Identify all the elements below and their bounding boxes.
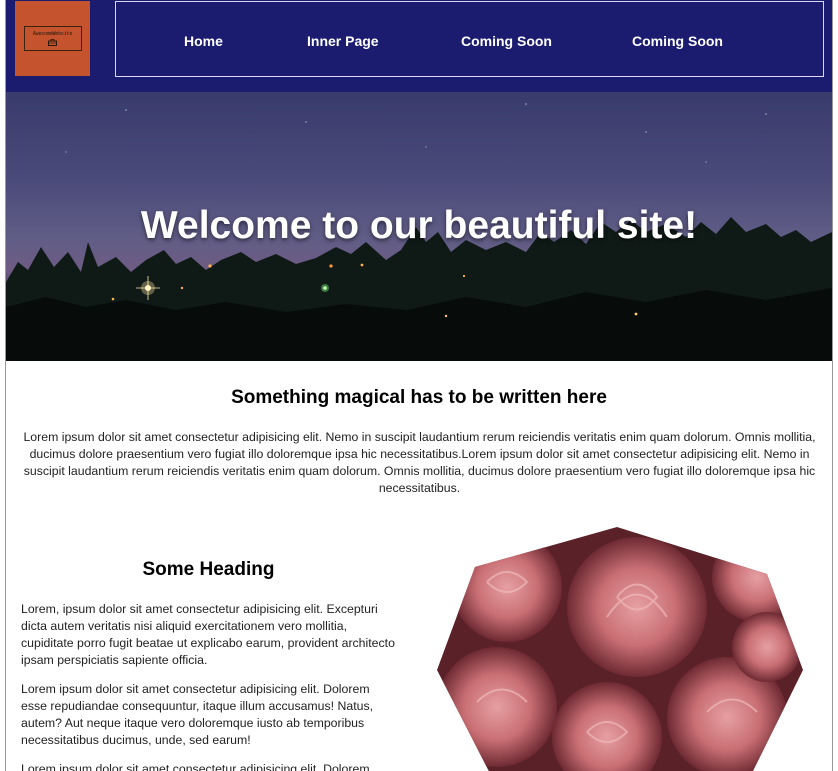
logo-text: AwesomeWebsite xyxy=(32,31,73,37)
hero-banner: Welcome to our beautiful site! xyxy=(6,92,832,361)
intro-section: Something magical has to be written here… xyxy=(6,387,832,497)
roses-image xyxy=(437,527,803,771)
nav-coming-soon-2[interactable]: Coming Soon xyxy=(632,33,723,49)
intro-text: Lorem ipsum dolor sit amet consectetur a… xyxy=(23,430,816,495)
page: AwesomeWebsite Home Inner Page Coming So… xyxy=(5,0,833,771)
feature-heading: Some Heading xyxy=(142,559,275,580)
site-header: AwesomeWebsite Home Inner Page Coming So… xyxy=(6,0,832,92)
feature-paragraph-3: Lorem ipsum dolor sit amet consectetur a… xyxy=(21,762,370,771)
nav-inner-page[interactable]: Inner Page xyxy=(307,33,379,49)
logo-box: AwesomeWebsite xyxy=(23,26,82,51)
feature-paragraph-2: Lorem ipsum dolor sit amet consectetur a… xyxy=(21,682,374,747)
feature-paragraph-1: Lorem, ipsum dolor sit amet consectetur … xyxy=(21,602,395,667)
nav-home[interactable]: Home xyxy=(184,33,223,49)
intro-heading: Something magical has to be written here xyxy=(231,387,607,408)
site-logo[interactable]: AwesomeWebsite xyxy=(15,1,90,76)
hero-title: Welcome to our beautiful site! xyxy=(140,204,698,247)
briefcase-icon xyxy=(48,39,57,46)
nav-coming-soon-1[interactable]: Coming Soon xyxy=(461,33,552,49)
main-nav: Home Inner Page Coming Soon Coming Soon xyxy=(115,1,824,77)
feature-text-column: Some Heading Lorem, ipsum dolor sit amet… xyxy=(21,559,396,771)
